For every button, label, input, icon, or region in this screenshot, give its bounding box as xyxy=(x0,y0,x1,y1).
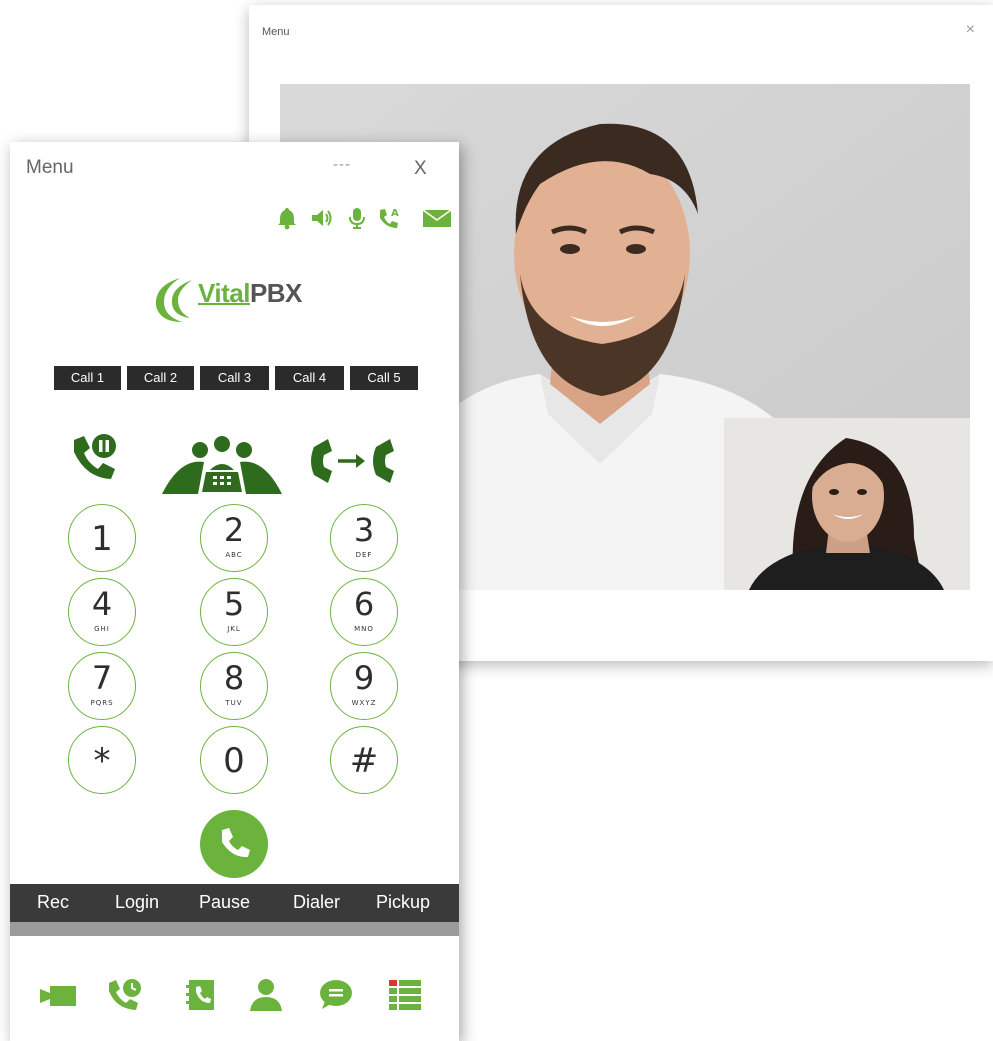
list-icon[interactable] xyxy=(388,978,422,1017)
auto-answer-icon[interactable]: A xyxy=(376,206,402,235)
key-5[interactable]: 5 JKL xyxy=(200,578,268,646)
key-9[interactable]: 9 WXYZ xyxy=(330,652,398,720)
call-tab-5[interactable]: Call 5 xyxy=(350,366,418,390)
bell-icon[interactable] xyxy=(276,206,298,235)
call-tab-4[interactable]: Call 4 xyxy=(275,366,344,390)
conference-icon[interactable] xyxy=(160,436,284,501)
minimize-button[interactable]: --- xyxy=(333,156,351,173)
key-1[interactable]: 1 xyxy=(68,504,136,572)
softphone-window: Menu --- X A VitalPBX Call 1 Call 2 Call… xyxy=(10,142,459,1041)
video-window-title: Menu xyxy=(262,26,290,38)
key-3[interactable]: 3 DEF xyxy=(330,504,398,572)
key-7[interactable]: 7 PQRS xyxy=(68,652,136,720)
key-hash[interactable]: # xyxy=(330,726,398,794)
vitalpbx-logo: VitalPBX xyxy=(150,272,340,328)
contacts-book-icon[interactable] xyxy=(186,978,216,1017)
key-star[interactable]: * xyxy=(68,726,136,794)
login-button[interactable]: Login xyxy=(115,892,159,913)
mail-icon[interactable] xyxy=(422,206,452,235)
rec-button[interactable]: Rec xyxy=(37,892,69,913)
key-8[interactable]: 8 TUV xyxy=(200,652,268,720)
hold-icon[interactable] xyxy=(70,432,122,487)
local-video-preview xyxy=(724,418,970,590)
separator-band xyxy=(10,922,459,936)
call-button[interactable] xyxy=(200,810,268,878)
call-tab-3[interactable]: Call 3 xyxy=(200,366,269,390)
key-4[interactable]: 4 GHI xyxy=(68,578,136,646)
chat-icon[interactable] xyxy=(319,979,353,1016)
bottom-nav xyxy=(10,977,459,1017)
svg-text:A: A xyxy=(391,208,399,219)
call-tab-1[interactable]: Call 1 xyxy=(54,366,121,390)
phone-icon xyxy=(222,828,250,858)
microphone-icon[interactable] xyxy=(348,206,366,235)
phone-close-button[interactable]: X xyxy=(414,158,427,180)
video-icon[interactable] xyxy=(40,983,76,1014)
key-0[interactable]: 0 xyxy=(200,726,268,794)
call-history-icon[interactable] xyxy=(106,977,142,1018)
transfer-icon[interactable] xyxy=(310,437,396,490)
action-bar: Rec Login Pause Dialer Pickup xyxy=(10,884,459,922)
key-2[interactable]: 2 ABC xyxy=(200,504,268,572)
pickup-button[interactable]: Pickup xyxy=(376,892,430,913)
call-tab-2[interactable]: Call 2 xyxy=(127,366,194,390)
speaker-icon[interactable] xyxy=(310,206,334,235)
key-6[interactable]: 6 MNO xyxy=(330,578,398,646)
dialer-button[interactable]: Dialer xyxy=(293,892,340,913)
pause-button[interactable]: Pause xyxy=(199,892,250,913)
video-window-close-button[interactable]: × xyxy=(966,21,975,39)
user-icon[interactable] xyxy=(248,977,284,1018)
logo-wordmark: VitalPBX xyxy=(198,278,302,308)
phone-menu-title[interactable]: Menu xyxy=(26,157,74,179)
